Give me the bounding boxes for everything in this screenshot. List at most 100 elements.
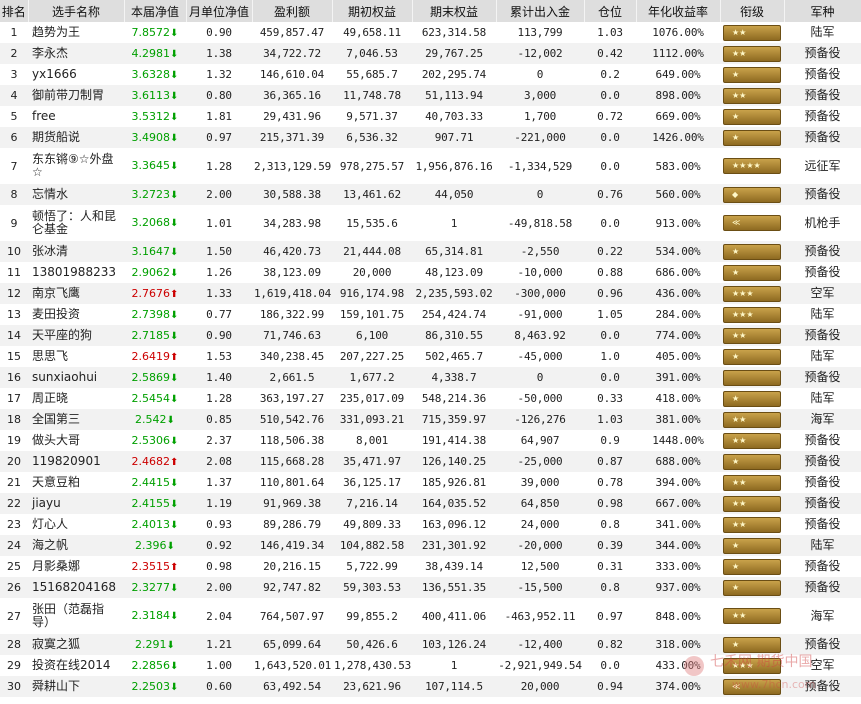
column-header[interactable]: 军种 — [784, 0, 861, 22]
trader-name-cell[interactable]: 麦田投资 — [28, 304, 124, 325]
nav-cell: 2.3277⬇ — [124, 577, 186, 598]
position-cell: 0.94 — [584, 676, 636, 697]
trader-name-cell[interactable]: free — [28, 106, 124, 127]
cash-flow-cell: -221,000 — [496, 127, 584, 148]
column-header[interactable]: 仓位 — [584, 0, 637, 22]
trader-name-cell[interactable]: 忘情水 — [28, 184, 124, 205]
table-row[interactable]: 25 月影桑娜 2.3515⬆ 0.98 20,216.15 5,722.99 38,439… — [0, 556, 861, 577]
table-row[interactable]: 2 李永杰 4.2981⬇ 1.38 34,722.72 7,046.53 29,767.2… — [0, 43, 861, 64]
monthly-nav-cell: 1.38 — [186, 43, 252, 64]
trader-name-cell[interactable]: 全国第三 — [28, 409, 124, 430]
table-row[interactable]: 6 期货船说 3.4908⬇ 0.97 215,371.39 6,536.32 907.71… — [0, 127, 861, 148]
position-cell: 0.33 — [584, 388, 636, 409]
trader-name-cell[interactable]: 舜耕山下 — [28, 676, 124, 697]
rank-badge-cell: ★ — [720, 64, 784, 85]
nav-cell: 2.3184⬇ — [124, 598, 186, 634]
table-row[interactable]: 7 东东锵⑨☆外盘☆ 3.3645⬇ 1.28 2,313,129.59 978,275.… — [0, 148, 861, 184]
table-row[interactable]: 10 张冰清 3.1647⬇ 1.50 46,420.73 21,444.08 65,314… — [0, 241, 861, 262]
arrow-down-icon: ⬇ — [170, 267, 179, 279]
rank-cell: 19 — [0, 430, 28, 451]
trader-name-cell[interactable]: sunxiaohui — [28, 367, 124, 388]
army-cell: 预备役 — [784, 127, 861, 148]
column-header[interactable]: 月单位净值 — [186, 0, 253, 22]
column-header[interactable]: 年化收益率 — [636, 0, 721, 22]
column-header[interactable]: 期末权益 — [412, 0, 497, 22]
start-equity-cell: 7,046.53 — [332, 43, 412, 64]
cash-flow-cell: 3,000 — [496, 85, 584, 106]
trader-name-cell[interactable]: 张冰清 — [28, 241, 124, 262]
table-row[interactable]: 18 全国第三 2.542⬇ 0.85 510,542.76 331,093.21 715,… — [0, 409, 861, 430]
table-row[interactable]: 27 张田（范磊指导） 2.3184⬇ 2.04 764,507.97 99,855.2 4… — [0, 598, 861, 634]
trader-name-cell[interactable]: 天平座的狗 — [28, 325, 124, 346]
trader-name-cell[interactable]: 周正晓 — [28, 388, 124, 409]
table-row[interactable]: 20 119820901 2.4682⬆ 2.08 115,668.28 35,471.9… — [0, 451, 861, 472]
table-row[interactable]: 15 思思飞 2.6419⬆ 1.53 340,238.45 207,227.25 502,… — [0, 346, 861, 367]
column-header[interactable]: 选手名称 — [28, 0, 125, 22]
table-row[interactable]: 23 灯心人 2.4013⬇ 0.93 89,286.79 49,809.33 163,09… — [0, 514, 861, 535]
table-row[interactable]: 3 yx1666 3.6328⬇ 1.32 146,610.04 55,685.7 202,… — [0, 64, 861, 85]
trader-name-cell[interactable]: 张田（范磊指导） — [28, 598, 124, 634]
trader-name-cell[interactable]: 15168204168 — [28, 577, 124, 598]
table-row[interactable]: 5 free 3.5312⬇ 1.81 29,431.96 9,571.37 40,703.… — [0, 106, 861, 127]
trader-name-cell[interactable]: 李永杰 — [28, 43, 124, 64]
trader-name-cell[interactable]: 思思飞 — [28, 346, 124, 367]
trader-name-cell[interactable]: 南京飞鹰 — [28, 283, 124, 304]
trader-name-cell[interactable]: 海之帆 — [28, 535, 124, 556]
rank-cell: 8 — [0, 184, 28, 205]
cash-flow-cell: -25,000 — [496, 451, 584, 472]
column-header[interactable]: 衔级 — [720, 0, 785, 22]
table-row[interactable]: 22 jiayu 2.4155⬇ 1.19 91,969.38 7,216.14 164,0… — [0, 493, 861, 514]
annual-return-cell: 898.00% — [636, 85, 720, 106]
table-row[interactable]: 16 sunxiaohui 2.5869⬇ 1.40 2,661.5 1,677.2 4,3… — [0, 367, 861, 388]
trader-name-cell[interactable]: 趋势为王 — [28, 22, 124, 43]
table-row[interactable]: 12 南京飞鹰 2.7676⬆ 1.33 1,619,418.04 916,174.98 2… — [0, 283, 861, 304]
trader-name-cell[interactable]: 寂寞之狐 — [28, 634, 124, 655]
arrow-down-icon: ⬇ — [170, 330, 179, 342]
trader-name-cell[interactable]: yx1666 — [28, 64, 124, 85]
trader-name-cell[interactable]: 灯心人 — [28, 514, 124, 535]
rank-cell: 18 — [0, 409, 28, 430]
rank-cell: 21 — [0, 472, 28, 493]
rank-badge-cell: ≪ — [720, 676, 784, 697]
trader-name-cell[interactable]: 天意豆粕 — [28, 472, 124, 493]
table-row[interactable]: 21 天意豆粕 2.4415⬇ 1.37 110,801.64 36,125.17 185,… — [0, 472, 861, 493]
arrow-down-icon: ⬇ — [170, 372, 179, 384]
table-row[interactable]: 19 做头大哥 2.5306⬇ 2.37 118,506.38 8,001 191,414.… — [0, 430, 861, 451]
trader-name-cell[interactable]: jiayu — [28, 493, 124, 514]
table-row[interactable]: 28 寂寞之狐 2.291⬇ 1.21 65,099.64 50,426.6 103,126… — [0, 634, 861, 655]
trader-name-cell[interactable]: 月影桑娜 — [28, 556, 124, 577]
table-row[interactable]: 17 周正晓 2.5454⬇ 1.28 363,197.27 235,017.09 548,… — [0, 388, 861, 409]
table-row[interactable]: 13 麦田投资 2.7398⬇ 0.77 186,322.99 159,101.75 254… — [0, 304, 861, 325]
table-row[interactable]: 1 趋势为王 7.8572⬇ 0.90 459,857.47 49,658.11 623,3… — [0, 22, 861, 43]
monthly-nav-cell: 0.80 — [186, 85, 252, 106]
arrow-down-icon: ⬇ — [170, 611, 179, 622]
trader-name-cell[interactable]: 119820901 — [28, 451, 124, 472]
trader-name-cell[interactable]: 投资在线2014 — [28, 655, 124, 676]
trader-name-cell[interactable]: 御前带刀制胃 — [28, 85, 124, 106]
trader-name-cell[interactable]: 东东锵⑨☆外盘☆ — [28, 148, 124, 184]
column-header[interactable]: 盈利额 — [252, 0, 333, 22]
trader-name-cell[interactable]: 期货船说 — [28, 127, 124, 148]
trader-name-cell[interactable]: 顿悟了：人和昆仑基金 — [28, 205, 124, 241]
nav-value: 2.396 — [135, 538, 167, 552]
table-row[interactable]: 11 13801988233 2.9062⬇ 1.26 38,123.09 20,000 4… — [0, 262, 861, 283]
table-row[interactable]: 14 天平座的狗 2.7185⬇ 0.90 71,746.63 6,100 86,310.5… — [0, 325, 861, 346]
column-header[interactable]: 累计出入金 — [496, 0, 585, 22]
nav-value: 2.291 — [135, 637, 167, 651]
table-row[interactable]: 8 忘情水 3.2723⬇ 2.00 30,588.38 13,461.62 44,050 0… — [0, 184, 861, 205]
trader-name-cell[interactable]: 13801988233 — [28, 262, 124, 283]
cash-flow-cell: -20,000 — [496, 535, 584, 556]
column-header[interactable]: 排名 — [0, 0, 29, 22]
table-row[interactable]: 29 投资在线2014 2.2856⬇ 1.00 1,643,520.01 1,278,4… — [0, 655, 861, 676]
table-row[interactable]: 4 御前带刀制胃 3.6113⬇ 0.80 36,365.16 11,748.78 51,1… — [0, 85, 861, 106]
rank-cell: 6 — [0, 127, 28, 148]
annual-return-cell: 405.00% — [636, 346, 720, 367]
trader-name-cell[interactable]: 做头大哥 — [28, 430, 124, 451]
table-row[interactable]: 30 舜耕山下 2.2503⬇ 0.60 63,492.54 23,621.96 107,1… — [0, 676, 861, 697]
table-row[interactable]: 26 15168204168 2.3277⬇ 2.00 92,747.82 59,303.… — [0, 577, 861, 598]
table-row[interactable]: 9 顿悟了：人和昆仑基金 3.2068⬇ 1.01 34,283.98 15,535.6 1… — [0, 205, 861, 241]
profit-cell: 34,722.72 — [252, 43, 332, 64]
column-header[interactable]: 期初权益 — [332, 0, 413, 22]
table-row[interactable]: 24 海之帆 2.396⬇ 0.92 146,419.34 104,882.58 231,3… — [0, 535, 861, 556]
column-header[interactable]: 本届净值 — [124, 0, 187, 22]
